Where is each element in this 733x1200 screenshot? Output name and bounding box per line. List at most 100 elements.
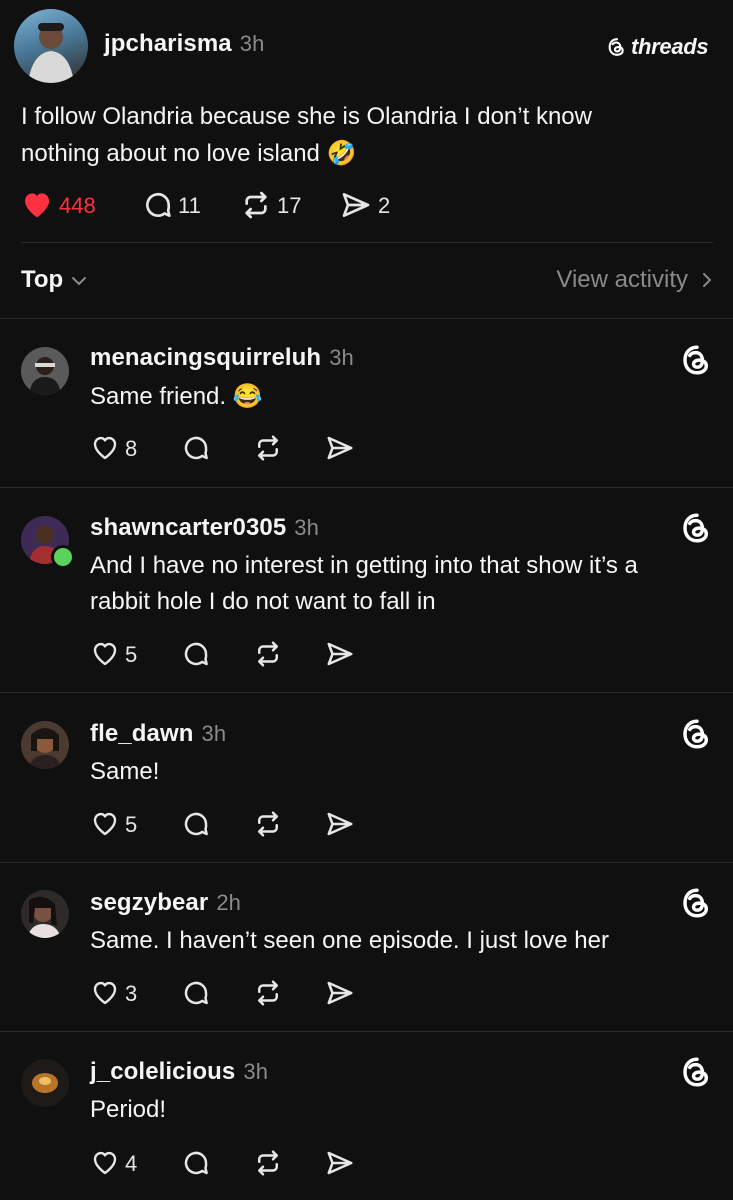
heart-icon bbox=[93, 812, 117, 836]
sort-dropdown[interactable]: Top bbox=[21, 266, 87, 294]
reply-count: 11 bbox=[178, 193, 201, 218]
repost-icon bbox=[258, 980, 278, 1006]
divider bbox=[0, 862, 733, 863]
view-activity-label: View activity bbox=[556, 266, 688, 293]
heart-icon bbox=[93, 436, 117, 460]
send-icon bbox=[342, 193, 370, 217]
comment-like-count: 4 bbox=[125, 1151, 138, 1176]
repost-icon bbox=[245, 191, 267, 219]
comment-share-button[interactable] bbox=[325, 978, 355, 1008]
divider bbox=[0, 692, 733, 693]
post-text-line1: I follow Olandria because she is Olandri… bbox=[21, 103, 592, 130]
sort-label: Top bbox=[21, 266, 64, 293]
comment-like-count: 5 bbox=[125, 812, 138, 837]
comment-username[interactable]: shawncarter0305 bbox=[90, 514, 286, 541]
comment-share-button[interactable] bbox=[325, 639, 355, 669]
chevron-right-icon bbox=[702, 272, 712, 288]
post-author-avatar[interactable] bbox=[14, 9, 88, 83]
comment-text-line1: And I have no interest in getting into t… bbox=[90, 552, 638, 579]
comment-icon bbox=[184, 642, 208, 666]
comment-icon bbox=[184, 1151, 208, 1175]
comment-avatar[interactable] bbox=[21, 347, 69, 395]
heart-icon bbox=[93, 642, 117, 666]
threads-icon bbox=[679, 342, 715, 378]
comment-like-count: 3 bbox=[125, 981, 138, 1006]
comment-text: Same! bbox=[90, 758, 160, 785]
repost-button[interactable] bbox=[240, 189, 272, 221]
threads-brand-text: threads bbox=[631, 34, 709, 59]
threads-icon bbox=[679, 716, 715, 752]
comment-repost-button[interactable] bbox=[253, 639, 283, 669]
comment-share-button[interactable] bbox=[325, 809, 355, 839]
joy-emoji: 😂 bbox=[232, 383, 263, 410]
comment-avatar[interactable] bbox=[21, 1059, 69, 1107]
comment-share-button[interactable] bbox=[325, 1148, 355, 1178]
comment-username[interactable]: menacingsquirreluh bbox=[90, 344, 321, 371]
send-icon bbox=[327, 1151, 353, 1175]
comment-text: Same friend. bbox=[90, 383, 227, 410]
comment-like-button[interactable] bbox=[90, 1148, 120, 1178]
send-icon bbox=[327, 436, 353, 460]
rofl-emoji: 🤣 bbox=[326, 140, 357, 167]
comment-username[interactable]: j_colelicious bbox=[90, 1058, 235, 1085]
like-button[interactable] bbox=[21, 189, 53, 219]
comment-reply-button[interactable] bbox=[181, 809, 211, 839]
chevron-down-icon bbox=[71, 275, 87, 287]
reply-button[interactable] bbox=[142, 189, 174, 221]
comment-username[interactable]: segzybear bbox=[90, 889, 208, 916]
repost-icon bbox=[258, 435, 278, 461]
comment-like-count: 8 bbox=[125, 436, 138, 461]
post-text-line2: nothing about no love island bbox=[21, 140, 320, 167]
post-username[interactable]: jpcharisma bbox=[104, 30, 232, 57]
comment-icon bbox=[184, 981, 208, 1005]
comment-like-button[interactable] bbox=[90, 978, 120, 1008]
heart-icon bbox=[93, 981, 117, 1005]
comment-like-button[interactable] bbox=[90, 639, 120, 669]
comment-avatar[interactable] bbox=[21, 721, 69, 769]
comment-repost-button[interactable] bbox=[253, 1148, 283, 1178]
comment-username[interactable]: fle_dawn bbox=[90, 720, 194, 747]
like-count: 448 bbox=[59, 193, 96, 218]
comment-text: Same. I haven’t seen one episode. I just… bbox=[90, 927, 609, 954]
comment-time: 3h bbox=[294, 515, 319, 540]
view-activity-link[interactable]: View activity bbox=[556, 266, 712, 294]
repost-count: 17 bbox=[277, 193, 302, 218]
comment-text: Period! bbox=[90, 1096, 167, 1123]
send-icon bbox=[327, 642, 353, 666]
comment-reply-button[interactable] bbox=[181, 978, 211, 1008]
comment-reply-button[interactable] bbox=[181, 639, 211, 669]
comment-repost-button[interactable] bbox=[253, 978, 283, 1008]
heart-filled-icon bbox=[25, 193, 49, 218]
comment-time: 3h bbox=[201, 721, 227, 746]
share-count: 2 bbox=[378, 193, 391, 218]
comment-repost-button[interactable] bbox=[253, 809, 283, 839]
comment-like-button[interactable] bbox=[90, 433, 120, 463]
online-indicator bbox=[51, 545, 75, 569]
share-button[interactable] bbox=[340, 189, 372, 221]
repost-icon bbox=[258, 811, 278, 837]
comment-like-count: 5 bbox=[125, 642, 138, 667]
send-icon bbox=[327, 812, 353, 836]
threads-logo-icon bbox=[606, 36, 628, 58]
comment-avatar[interactable] bbox=[21, 890, 69, 938]
comment-share-button[interactable] bbox=[325, 433, 355, 463]
heart-icon bbox=[93, 1151, 117, 1175]
comment-icon bbox=[184, 436, 208, 460]
comment-time: 3h bbox=[329, 345, 354, 370]
comment-like-button[interactable] bbox=[90, 809, 120, 839]
comment-time: 2h bbox=[216, 890, 241, 915]
comment-repost-button[interactable] bbox=[253, 433, 283, 463]
divider bbox=[0, 318, 733, 319]
repost-icon bbox=[258, 1150, 278, 1176]
send-icon bbox=[327, 981, 353, 1005]
threads-icon bbox=[679, 1054, 715, 1090]
repost-icon bbox=[258, 641, 278, 667]
comment-icon bbox=[146, 193, 171, 217]
divider bbox=[0, 1031, 733, 1032]
threads-icon bbox=[679, 885, 715, 921]
comment-reply-button[interactable] bbox=[181, 1148, 211, 1178]
comment-icon bbox=[184, 812, 208, 836]
threads-brand-logo: threads bbox=[606, 33, 709, 61]
comment-reply-button[interactable] bbox=[181, 433, 211, 463]
divider bbox=[21, 242, 713, 243]
